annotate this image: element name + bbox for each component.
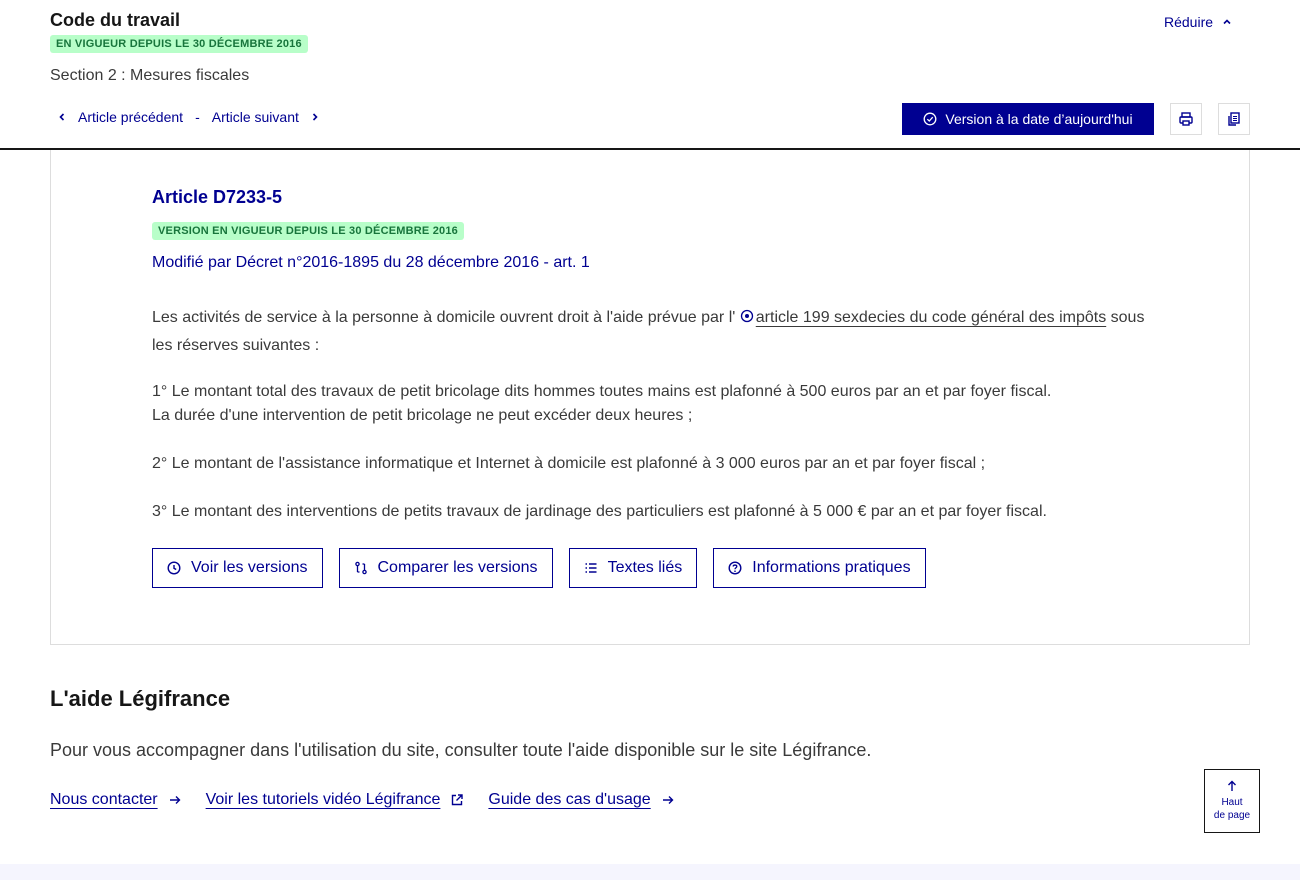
article-paragraph-1: Les activités de service à la personne à…: [152, 304, 1152, 360]
practical-info-button[interactable]: Informations pratiques: [713, 548, 926, 588]
paragraph-2-line-2: La durée d'une intervention de petit bri…: [152, 407, 693, 424]
article-header: Code du travail EN VIGUEUR DEPUIS LE 30 …: [0, 0, 1300, 150]
linked-texts-button[interactable]: Textes liés: [568, 548, 698, 588]
compare-versions-label: Comparer les versions: [377, 559, 538, 576]
chevron-left-icon: [59, 113, 65, 121]
contact-link[interactable]: Nous contacter: [50, 791, 182, 809]
clock-icon: [167, 561, 181, 575]
chevron-up-icon: [1223, 19, 1231, 25]
section-title: Section 2 : Mesures fiscales: [50, 67, 250, 84]
printer-icon: [1179, 112, 1193, 126]
usage-guide-link[interactable]: Guide des cas d'usage: [488, 791, 674, 809]
compare-versions-button[interactable]: Comparer les versions: [338, 548, 553, 588]
back-to-top-button[interactable]: Haut de page: [1204, 769, 1260, 833]
copy-icon: [1228, 112, 1240, 126]
help-links: Nous contacter Voir les tutoriels vidéo …: [50, 791, 675, 809]
current-version-label: Version à la date d’aujourd'hui: [945, 111, 1133, 127]
modified-by-link[interactable]: Modifié par Décret n°2016-1895 du 28 déc…: [152, 254, 590, 272]
reduce-label: Réduire: [1164, 14, 1214, 30]
arrow-right-icon: [169, 796, 181, 804]
article-paragraph-2: 1° Le montant total des travaux de petit…: [152, 380, 1152, 428]
article-status-badge: VERSION EN VIGUEUR DEPUIS LE 30 DÉCEMBRE…: [152, 222, 464, 240]
previous-article-label: Article précédent: [78, 109, 184, 125]
article-card: Article D7233-5 VERSION EN VIGUEUR DEPUI…: [50, 150, 1250, 645]
article-paragraph-3: 2° Le montant de l'assistance informatiq…: [152, 455, 986, 472]
video-tutorials-link[interactable]: Voir les tutoriels vidéo Légifrance: [206, 791, 465, 809]
compare-icon: [354, 561, 367, 575]
article-actions: Voir les versions Comparer les versions …: [152, 548, 926, 588]
video-tutorials-label: Voir les tutoriels vidéo Légifrance: [205, 791, 441, 808]
paragraph-2-line-1: 1° Le montant total des travaux de petit…: [152, 383, 1052, 400]
article-title: Article D7233-5: [152, 187, 283, 207]
list-icon: [585, 563, 597, 573]
nav-separator: -: [195, 109, 200, 125]
back-to-top-line-1: Haut: [1221, 797, 1243, 808]
article-navigation: Article précédent - Article suivant: [56, 109, 321, 125]
check-circle-icon: [923, 112, 937, 126]
paragraph-1-text-start: Les activités de service à la personne à…: [152, 309, 740, 326]
usage-guide-label: Guide des cas d'usage: [488, 791, 651, 808]
next-article-link[interactable]: Article suivant: [212, 109, 321, 125]
chevron-right-icon: [312, 113, 318, 121]
linked-texts-label: Textes liés: [607, 559, 683, 576]
current-version-button[interactable]: Version à la date d’aujourd'hui: [902, 103, 1154, 135]
external-link-icon: [452, 794, 464, 806]
help-text: Pour vous accompagner dans l'utilisation…: [50, 740, 872, 760]
code-title: Code du travail: [50, 10, 181, 30]
cgi-article-link[interactable]: article 199 sexdecies du code général de…: [756, 309, 1106, 326]
eye-icon: [740, 309, 753, 323]
next-article-label: Article suivant: [211, 109, 299, 125]
help-title: L'aide Légifrance: [50, 686, 231, 711]
footer-strip: [0, 864, 1300, 880]
arrow-up-icon: [1228, 780, 1236, 791]
contact-label: Nous contacter: [50, 791, 158, 808]
print-button[interactable]: [1170, 103, 1202, 135]
previous-article-link[interactable]: Article précédent: [56, 109, 183, 125]
question-circle-icon: [728, 561, 742, 575]
practical-info-label: Informations pratiques: [752, 559, 911, 576]
reduce-button[interactable]: Réduire: [1164, 14, 1233, 30]
view-versions-label: Voir les versions: [191, 559, 308, 576]
back-to-top-line-2: de page: [1213, 810, 1251, 821]
article-paragraph-4: 3° Le montant des interventions de petit…: [152, 503, 1047, 520]
arrow-right-icon: [662, 796, 674, 804]
status-badge: EN VIGUEUR DEPUIS LE 30 DÉCEMBRE 2016: [50, 35, 308, 53]
view-versions-button[interactable]: Voir les versions: [152, 548, 323, 588]
copy-button[interactable]: [1218, 103, 1250, 135]
